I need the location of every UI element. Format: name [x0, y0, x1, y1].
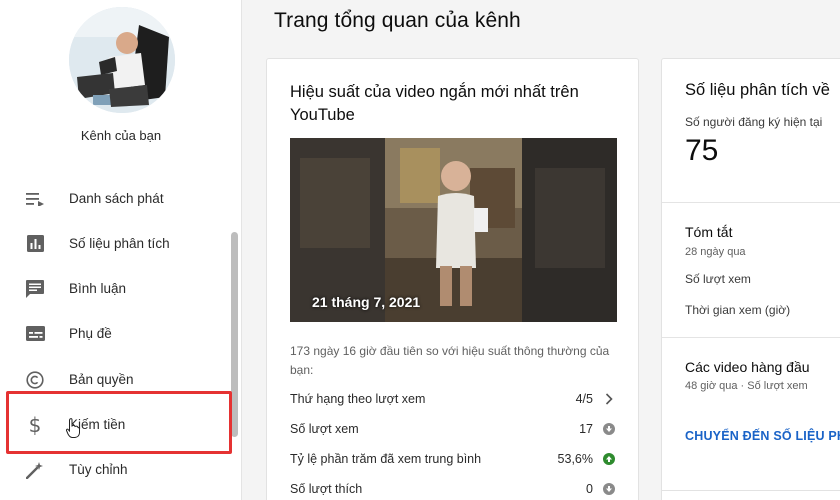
top-videos-title: Các video hàng đầu [685, 359, 810, 375]
sidebar-item-label: Danh sách phát [69, 191, 164, 206]
arrow-down-icon [603, 483, 615, 495]
divider [662, 202, 840, 203]
thumbnail-date: 21 tháng 7, 2021 [312, 294, 421, 310]
arrow-down-icon [603, 423, 615, 435]
arrow-up-icon [603, 453, 615, 465]
comment-icon [24, 278, 46, 300]
chevron-right-icon [603, 393, 615, 405]
playlist-icon [24, 188, 46, 210]
video-thumbnail[interactable]: 21 tháng 7, 2021 [290, 138, 617, 322]
go-to-analytics-link[interactable]: CHUYỂN ĐẾN SỐ LIỆU PH [685, 429, 840, 443]
subscribers-label: Số người đăng ký hiện tại [685, 115, 823, 129]
summary-views: Số lượt xem [685, 272, 751, 286]
performance-description: 173 ngày 16 giờ đầu tiên so với hiệu suấ… [290, 344, 610, 377]
copyright-icon [24, 369, 46, 391]
magic-wand-icon [24, 459, 46, 481]
stat-label: Số lượt xem [290, 422, 359, 436]
top-videos-sub: 48 giờ qua · Số lượt xem [685, 380, 808, 392]
latest-short-card: Hiệu suất của video ngắn mới nhất trên Y… [266, 58, 639, 500]
stat-label: Thứ hạng theo lượt xem [290, 392, 426, 406]
page-title: Trang tổng quan của kênh [274, 9, 521, 32]
sidebar-item-subtitles[interactable]: Phụ đề [0, 311, 232, 356]
stat-row-views: Số lượt xem 17 [290, 420, 617, 440]
sidebar-item-comments[interactable]: Bình luận [0, 266, 232, 311]
next-card [661, 490, 840, 500]
analytics-title: Số liệu phân tích về [685, 81, 830, 99]
stat-row-avg-percent: Tỷ lệ phần trăm đã xem trung bình 53,6% [290, 450, 617, 470]
sidebar-scrollbar[interactable] [231, 232, 238, 437]
stat-value: 4/5 [575, 392, 593, 406]
analytics-icon [24, 233, 46, 255]
channel-label: Kênh của bạn [80, 128, 162, 143]
stat-label: Số lượt thích [290, 482, 363, 496]
stat-value: 53,6% [557, 452, 593, 466]
sidebar-item-label: Bình luận [69, 281, 127, 296]
summary-watch-time: Thời gian xem (giờ) [685, 303, 791, 317]
sidebar-item-analytics[interactable]: Số liệu phân tích [0, 221, 232, 266]
channel-avatar[interactable] [69, 7, 175, 113]
latest-short-title: Hiệu suất của video ngắn mới nhất trên Y… [290, 83, 579, 124]
channel-analytics-card: Số liệu phân tích về Số người đăng ký hi… [661, 58, 840, 500]
annotation-highlight-box [6, 391, 232, 454]
hand-cursor-icon [65, 418, 80, 443]
stat-label: Tỷ lệ phần trăm đã xem trung bình [290, 452, 482, 466]
sidebar-item-label: Số liệu phân tích [69, 236, 170, 251]
subscribers-count: 75 [685, 134, 719, 167]
divider [662, 337, 840, 338]
sidebar-item-playlists[interactable]: Danh sách phát [0, 176, 232, 221]
sidebar-item-label: Phụ đề [69, 326, 112, 341]
stat-value: 0 [586, 482, 593, 496]
summary-period: 28 ngày qua [685, 246, 746, 258]
stat-row-rank[interactable]: Thứ hạng theo lượt xem 4/5 [290, 390, 617, 410]
stat-row-likes: Số lượt thích 0 [290, 480, 617, 500]
subtitles-icon [24, 323, 46, 345]
sidebar-item-label: Tùy chỉnh [69, 462, 128, 477]
summary-title: Tóm tắt [685, 224, 733, 240]
sidebar-item-label: Bản quyền [69, 372, 134, 387]
stat-value: 17 [579, 422, 593, 436]
